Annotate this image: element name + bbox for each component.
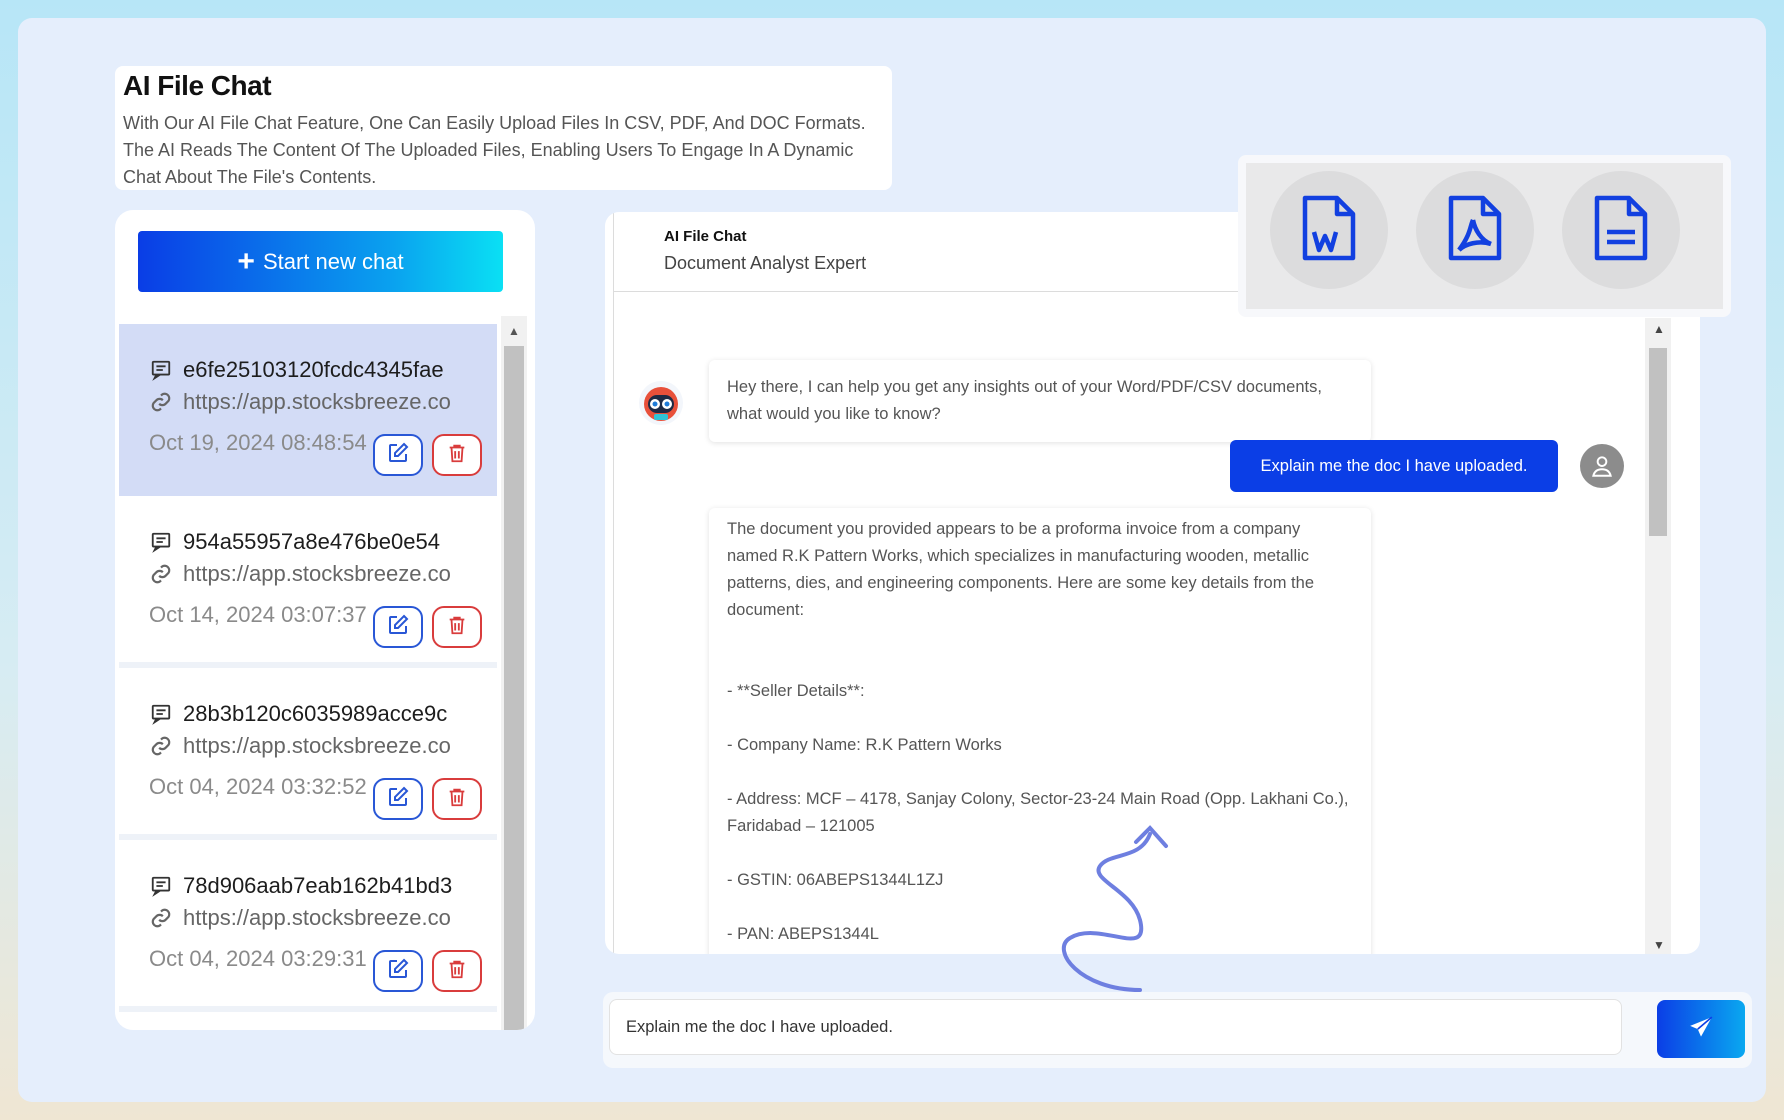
edit-chat-button[interactable] — [373, 950, 423, 992]
sidebar-scrollbar[interactable]: ▲ — [501, 316, 527, 1030]
text-doc-button[interactable] — [1562, 171, 1680, 289]
chat-scroll-thumb[interactable] — [1649, 348, 1667, 536]
message-input[interactable] — [609, 999, 1622, 1055]
link-icon — [149, 390, 173, 414]
chat-panel: AI File Chat Document Analyst Expert Hey… — [605, 212, 1700, 954]
scroll-up-arrow-icon[interactable]: ▲ — [508, 324, 520, 338]
chat-url[interactable]: https://app.stocksbreeze.co — [183, 905, 451, 931]
document-types-panel — [1238, 155, 1731, 317]
bot-response-address: - Address: MCF – 4178, Sanjay Colony, Se… — [727, 790, 1349, 835]
chat-history-item[interactable]: 78d906aab7eab162b41bd3 https://app.stock… — [119, 840, 497, 1012]
edit-chat-button[interactable] — [373, 606, 423, 648]
bot-response-pan: - PAN: ABEPS1344L — [727, 925, 879, 943]
bot-response-seller-heading: - **Seller Details**: — [727, 682, 865, 700]
bot-message: Hey there, I can help you get any insigh… — [709, 360, 1371, 442]
chat-scrollbar[interactable]: ▲ ▼ — [1645, 318, 1671, 954]
word-doc-icon — [1301, 194, 1357, 267]
bot-response-company-name: - Company Name: R.K Pattern Works — [727, 736, 1002, 754]
start-new-chat-label: Start new chat — [262, 248, 404, 274]
bot-response-message: The document you provided appears to be … — [709, 508, 1371, 954]
plus-icon: + — [237, 244, 255, 278]
page-title: AI File Chat — [123, 70, 272, 101]
chat-history-list: e6fe25103120fcdc4345fae https://app.stoc… — [119, 324, 497, 1030]
message-icon — [149, 530, 173, 554]
chat-date: Oct 04, 2024 03:32:52 — [149, 774, 367, 799]
edit-chat-button[interactable] — [373, 778, 423, 820]
delete-chat-button[interactable] — [432, 778, 482, 820]
edit-icon — [386, 441, 410, 470]
edit-chat-button[interactable] — [373, 434, 423, 476]
chat-date: Oct 19, 2024 08:48:54 — [149, 430, 367, 455]
chat-history-item[interactable]: 954a55957a8e476be0e54 https://app.stocks… — [119, 496, 497, 668]
chat-url[interactable]: https://app.stocksbreeze.co — [183, 389, 451, 415]
start-new-chat-button[interactable]: + Start new chat — [138, 231, 503, 292]
scroll-down-arrow-icon[interactable]: ▼ — [1653, 938, 1665, 952]
delete-chat-button[interactable] — [432, 950, 482, 992]
link-icon — [149, 562, 173, 586]
trash-icon — [446, 786, 468, 813]
message-icon — [149, 702, 173, 726]
chat-url[interactable]: https://app.stocksbreeze.co — [183, 561, 451, 587]
bot-response-intro: The document you provided appears to be … — [727, 520, 1314, 619]
message-icon — [149, 358, 173, 382]
scroll-up-arrow-icon[interactable]: ▲ — [1653, 322, 1665, 336]
send-button[interactable] — [1657, 1000, 1745, 1058]
chat-id: e6fe25103120fcdc4345fae — [183, 357, 444, 382]
edit-icon — [386, 613, 410, 642]
chat-history-item[interactable]: e6fe25103120fcdc4345fae https://app.stoc… — [119, 324, 497, 496]
chat-date: Oct 04, 2024 03:29:31 — [149, 946, 367, 971]
bot-response-gstin: - GSTIN: 06ABEPS1344L1ZJ — [727, 871, 944, 889]
text-doc-icon — [1593, 194, 1649, 267]
edit-icon — [386, 957, 410, 986]
word-doc-button[interactable] — [1270, 171, 1388, 289]
chat-date: Oct 14, 2024 03:07:37 — [149, 602, 367, 627]
trash-icon — [446, 442, 468, 469]
link-icon — [149, 906, 173, 930]
delete-chat-button[interactable] — [432, 434, 482, 476]
sidebar-scroll-thumb[interactable] — [504, 346, 524, 1030]
edit-icon — [386, 785, 410, 814]
pdf-doc-icon — [1447, 194, 1503, 267]
user-avatar-icon — [1580, 444, 1624, 488]
send-icon — [1688, 1015, 1714, 1044]
delete-chat-button[interactable] — [432, 606, 482, 648]
intro-card: AI File Chat With Our AI File Chat Featu… — [115, 66, 892, 190]
chat-history-sidebar: + Start new chat e6fe25103120fcdc4345fae… — [115, 210, 535, 1030]
chat-history-item[interactable]: 28b3b120c6035989acce9c https://app.stock… — [119, 668, 497, 840]
chat-id: 78d906aab7eab162b41bd3 — [183, 873, 453, 898]
chat-messages: Hey there, I can help you get any insigh… — [613, 292, 1700, 954]
user-message: Explain me the doc I have uploaded. — [1230, 440, 1558, 492]
link-icon — [149, 734, 173, 758]
chat-id: 28b3b120c6035989acce9c — [183, 701, 448, 726]
message-icon — [149, 874, 173, 898]
page-description: With Our AI File Chat Feature, One Can E… — [123, 113, 866, 187]
pdf-doc-button[interactable] — [1416, 171, 1534, 289]
message-composer — [603, 992, 1752, 1068]
bot-avatar — [638, 380, 684, 426]
trash-icon — [446, 958, 468, 985]
chat-url[interactable]: https://app.stocksbreeze.co — [183, 733, 451, 759]
chat-id: 954a55957a8e476be0e54 — [183, 529, 440, 554]
trash-icon — [446, 614, 468, 641]
